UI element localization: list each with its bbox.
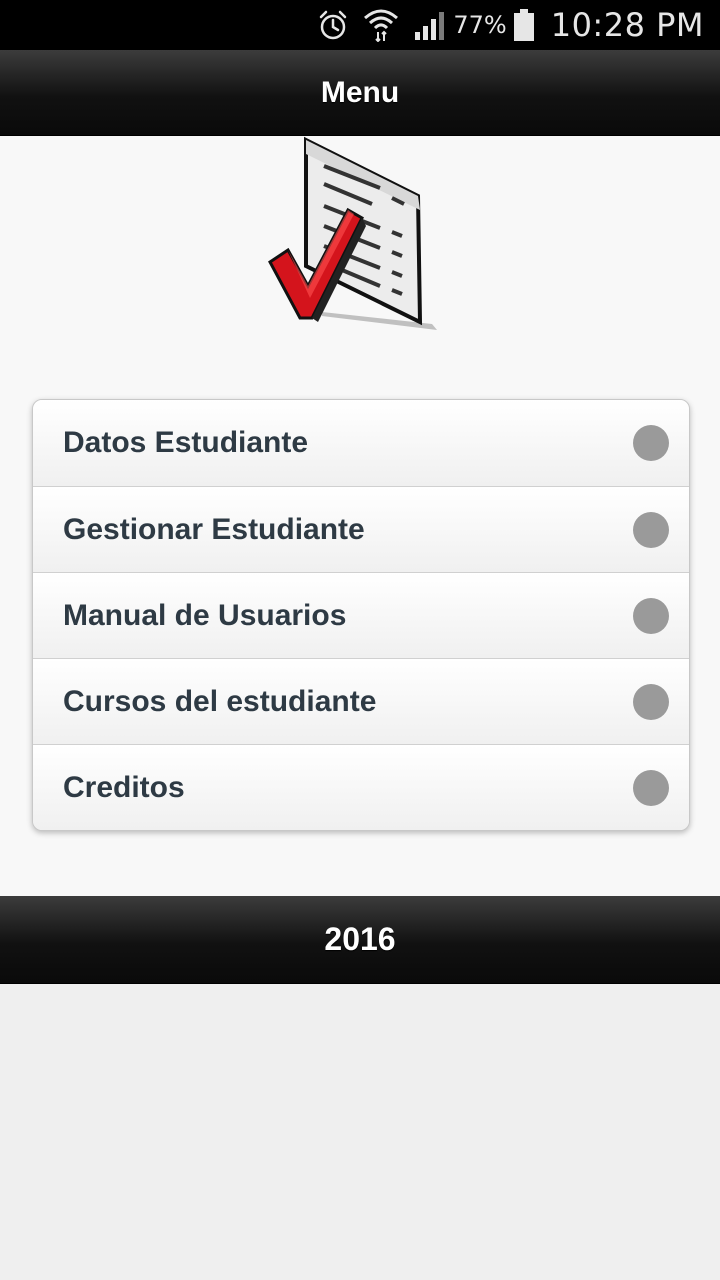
menu-item-label: Cursos del estudiante <box>63 684 377 718</box>
page-title: Menu <box>320 75 400 109</box>
menu-item-label: Datos Estudiante <box>63 426 309 459</box>
menu-list: Datos Estudiante Gestionar Estudiante Ma… <box>32 399 690 831</box>
wifi-icon <box>363 8 399 42</box>
arrow-icon <box>633 769 669 806</box>
battery-percent: 77% <box>453 11 507 39</box>
status-bar: 77% 10:28 PM <box>0 0 720 50</box>
menu-item-cursos-del-estudiante[interactable]: Cursos del estudiante <box>33 658 689 744</box>
arrow-icon <box>633 597 669 634</box>
alarm-icon <box>317 9 349 41</box>
menu-item-gestionar-estudiante[interactable]: Gestionar Estudiante <box>33 486 689 572</box>
arrow-icon <box>633 425 669 461</box>
menu-item-label: Creditos <box>63 770 185 804</box>
checklist-logo-icon <box>262 136 442 332</box>
signal-icon <box>413 10 445 40</box>
menu-item-label: Gestionar Estudiante <box>63 512 365 546</box>
header-bar: Menu <box>0 50 720 136</box>
menu-item-creditos[interactable]: Creditos <box>33 744 689 830</box>
menu-item-manual-de-usuarios[interactable]: Manual de Usuarios <box>33 572 689 658</box>
arrow-icon <box>633 683 669 720</box>
menu-item-datos-estudiante[interactable]: Datos Estudiante <box>33 400 689 486</box>
footer-text: 2016 <box>324 921 396 957</box>
footer-bar: 2016 <box>0 896 720 984</box>
battery-icon <box>513 8 535 42</box>
clock: 10:28 PM <box>550 6 704 44</box>
arrow-icon <box>633 511 669 548</box>
menu-item-label: Manual de Usuarios <box>63 598 347 632</box>
main-content: Datos Estudiante Gestionar Estudiante Ma… <box>0 136 720 896</box>
